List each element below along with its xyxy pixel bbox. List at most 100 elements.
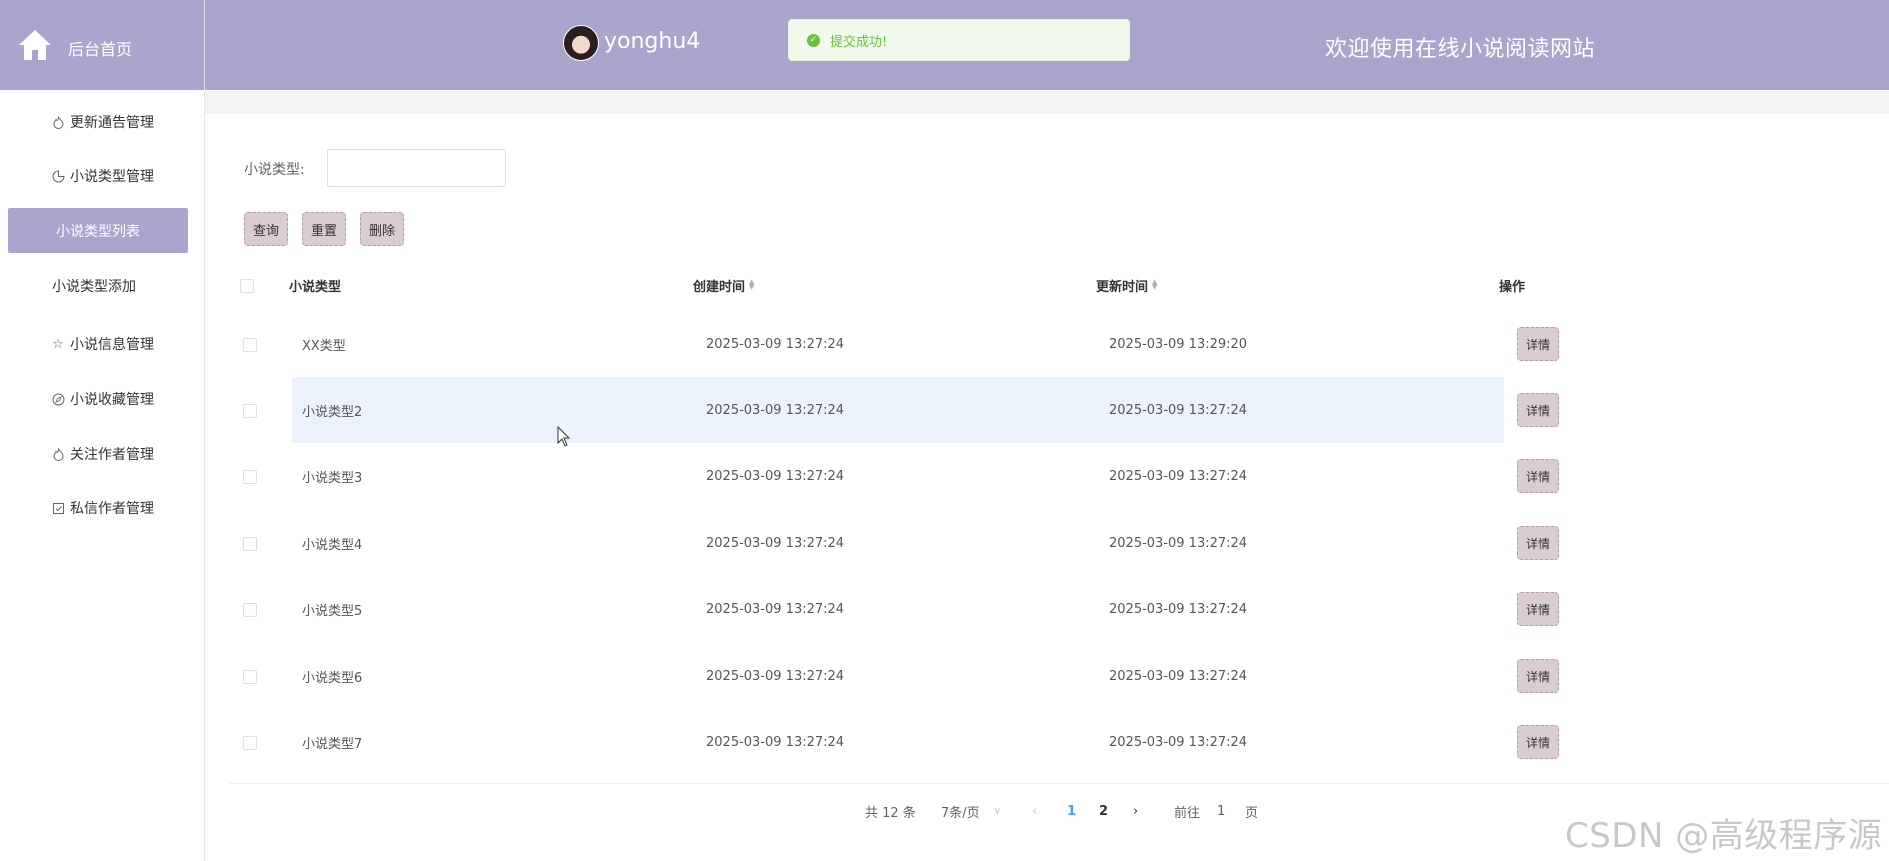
success-toast: ✓ 提交成功!: [788, 19, 1130, 61]
cell-type: 小说类型4: [302, 537, 363, 553]
sidebar-item-label: 小说信息管理: [70, 337, 154, 353]
table-row[interactable]: 小说类型6 2025-03-09 13:27:24 2025-03-09 13:…: [229, 643, 1889, 709]
delete-button[interactable]: 删除: [360, 212, 404, 246]
cell-created: 2025-03-09 13:27:24: [706, 668, 845, 684]
table-row[interactable]: 小说类型3 2025-03-09 13:27:24 2025-03-09 13:…: [229, 443, 1889, 509]
detail-button[interactable]: 详情: [1517, 459, 1559, 493]
table-row[interactable]: 小说类型7 2025-03-09 13:27:24 2025-03-09 13:…: [229, 709, 1889, 775]
table-row[interactable]: 小说类型2 2025-03-09 13:27:24 2025-03-09 13:…: [229, 377, 1889, 443]
sort-icon[interactable]: ▲ ▼: [1152, 279, 1157, 291]
sidebar-item-update-notice[interactable]: 更新通告管理: [0, 102, 204, 142]
cell-updated: 2025-03-09 13:27:24: [1109, 601, 1248, 617]
page-number-1[interactable]: 1: [1067, 798, 1076, 824]
cell-created: 2025-03-09 13:27:24: [706, 601, 845, 617]
goto-suffix: 页: [1245, 805, 1259, 821]
search-label: 小说类型:: [244, 162, 305, 178]
page-size-select[interactable]: 7条/页 ∨: [941, 798, 1001, 824]
column-header-type: 小说类型: [289, 259, 341, 311]
detail-button[interactable]: 详情: [1517, 659, 1559, 693]
cell-type: 小说类型3: [302, 470, 363, 486]
column-header-label: 小说类型: [289, 279, 342, 295]
goto-prefix: 前往: [1174, 805, 1201, 821]
detail-button[interactable]: 详情: [1517, 725, 1559, 759]
row-checkbox[interactable]: [243, 603, 257, 617]
cell-type: 小说类型7: [302, 736, 363, 752]
sort-icon[interactable]: ▲ ▼: [749, 279, 754, 291]
row-checkbox[interactable]: [243, 470, 257, 484]
success-check-icon: ✓: [807, 33, 820, 47]
row-checkbox[interactable]: [243, 670, 257, 684]
chevron-down-icon: ∨: [993, 805, 1001, 817]
table-row[interactable]: XX类型 2025-03-09 13:27:24 2025-03-09 13:2…: [229, 311, 1889, 377]
sidebar-item-label: 更新通告管理: [70, 115, 154, 131]
avatar[interactable]: [563, 25, 599, 61]
select-all-checkbox[interactable]: [240, 279, 254, 293]
compass-icon: [50, 391, 66, 407]
row-checkbox[interactable]: [243, 537, 257, 551]
column-header-label: 创建时间: [693, 279, 746, 295]
cell-updated: 2025-03-09 13:27:24: [1109, 668, 1248, 684]
username[interactable]: yonghu4: [604, 29, 700, 54]
goto-page-input[interactable]: 1: [1217, 798, 1225, 824]
pie-chart-icon: [50, 168, 66, 184]
cell-created: 2025-03-09 13:27:24: [706, 402, 845, 418]
sidebar-item-novel-type-add[interactable]: 小说类型添加: [0, 266, 196, 306]
row-checkbox[interactable]: [243, 404, 257, 418]
page-number-2[interactable]: 2: [1099, 798, 1108, 824]
reset-button[interactable]: 重置: [302, 212, 346, 246]
sidebar-item-novel-info[interactable]: ☆ 小说信息管理: [0, 324, 204, 364]
row-checkbox[interactable]: [243, 736, 257, 750]
sidebar-item-message-author[interactable]: 私信作者管理: [0, 488, 204, 528]
welcome-text: 欢迎使用在线小说阅读网站: [1325, 37, 1596, 62]
sidebar-logo[interactable]: 后台首页: [0, 0, 204, 90]
detail-button[interactable]: 详情: [1517, 393, 1559, 427]
sidebar: 后台首页 更新通告管理 小说类型管理 小说类型列表 小说类型添加 ☆ 小说信息管…: [0, 0, 205, 861]
sidebar-item-label: 私信作者管理: [70, 501, 154, 517]
cell-type: 小说类型2: [302, 404, 363, 420]
cell-created: 2025-03-09 13:27:24: [706, 535, 845, 551]
column-header-created[interactable]: 创建时间 ▲ ▼: [693, 259, 754, 311]
cell-created: 2025-03-09 13:27:24: [706, 336, 845, 352]
sidebar-item-label: 小说类型添加: [52, 279, 136, 295]
query-button[interactable]: 查询: [244, 212, 288, 246]
home-icon: [19, 30, 51, 60]
sidebar-item-novel-type[interactable]: 小说类型管理: [0, 156, 204, 196]
watermark: CSDN @高级程序源: [1565, 816, 1883, 856]
column-header-updated[interactable]: 更新时间 ▲ ▼: [1096, 259, 1157, 311]
logo-text: 后台首页: [68, 40, 133, 59]
table-bottom-border: [229, 783, 1889, 784]
flame-icon: [50, 114, 66, 130]
row-hover-highlight: [292, 377, 1504, 443]
cell-created: 2025-03-09 13:27:24: [706, 734, 845, 750]
cell-created: 2025-03-09 13:27:24: [706, 468, 845, 484]
sidebar-item-label: 小说收藏管理: [70, 392, 154, 408]
content-top-band: [205, 91, 1889, 114]
cell-updated: 2025-03-09 13:29:20: [1109, 336, 1248, 352]
row-checkbox[interactable]: [243, 338, 257, 352]
star-icon: ☆: [52, 336, 64, 352]
cell-updated: 2025-03-09 13:27:24: [1109, 402, 1248, 418]
page-size-value: 7条/页: [941, 805, 980, 821]
sidebar-item-novel-favorites[interactable]: 小说收藏管理: [0, 379, 204, 419]
column-header-label: 操作: [1499, 279, 1526, 295]
sidebar-item-follow-author[interactable]: 关注作者管理: [0, 434, 204, 474]
next-page-icon[interactable]: ›: [1133, 798, 1138, 824]
flame-icon: [50, 446, 66, 462]
mouse-cursor-icon: [557, 426, 571, 447]
detail-button[interactable]: 详情: [1517, 327, 1559, 361]
cell-type: 小说类型6: [302, 670, 363, 686]
main-content: 小说类型: 查询 重置 删除 小说类型 创建时间 ▲ ▼ 更新时间 ▲ ▼ 操作 X…: [213, 114, 1889, 861]
table-row[interactable]: 小说类型5 2025-03-09 13:27:24 2025-03-09 13:…: [229, 576, 1889, 642]
sidebar-item-label: 小说类型列表: [56, 223, 140, 240]
column-header-actions: 操作: [1499, 259, 1525, 311]
prev-page-icon[interactable]: ‹: [1032, 798, 1037, 824]
checkbox-icon: [50, 500, 66, 516]
sidebar-item-label: 关注作者管理: [70, 447, 154, 463]
detail-button[interactable]: 详情: [1517, 526, 1559, 560]
sidebar-item-novel-type-list[interactable]: 小说类型列表: [8, 208, 188, 253]
table-row[interactable]: 小说类型4 2025-03-09 13:27:24 2025-03-09 13:…: [229, 510, 1889, 576]
pagination-total: 共 12 条: [865, 805, 916, 821]
detail-button[interactable]: 详情: [1517, 592, 1559, 626]
novel-type-search-input[interactable]: [327, 149, 506, 187]
cell-updated: 2025-03-09 13:27:24: [1109, 535, 1248, 551]
